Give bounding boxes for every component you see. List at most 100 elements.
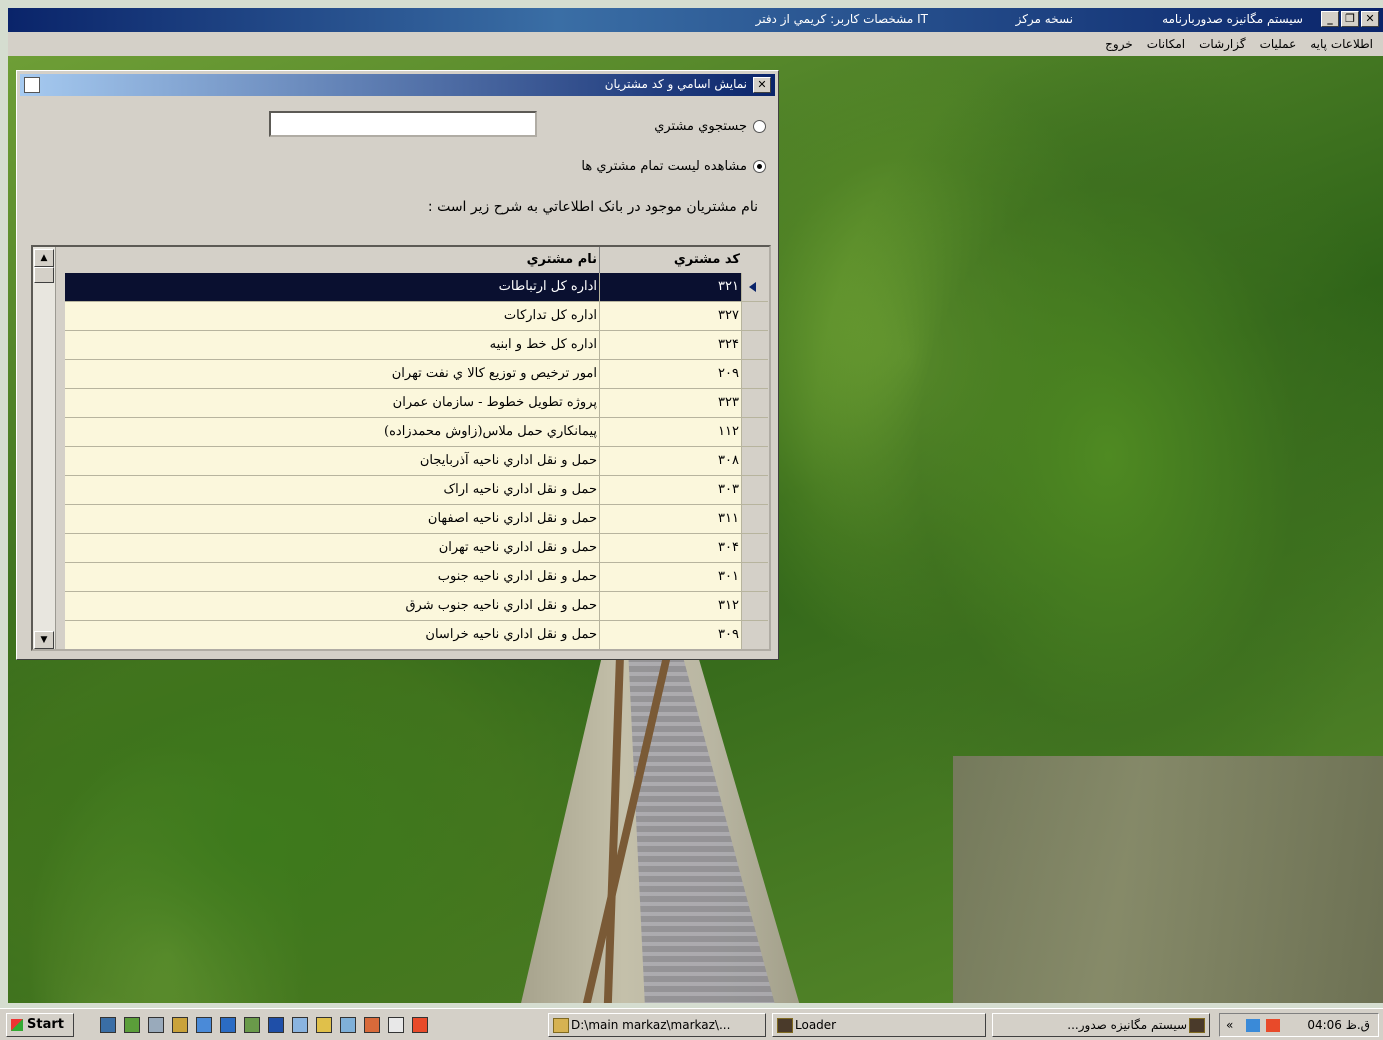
table-row[interactable]: حمل و نقل اداري ناحيه جنوب ۳۰۱ <box>65 563 768 592</box>
dialog-title: نمايش اسامي و کد مشتريان <box>604 77 747 91</box>
menu-reports[interactable]: گزارشات <box>1199 37 1245 51</box>
menu-operations[interactable]: عمليات <box>1260 37 1297 51</box>
row-selector[interactable] <box>742 534 768 562</box>
minimize-button[interactable]: _ <box>1321 11 1339 27</box>
user-info: مشخصات کاربر: کريمي از دفتر IT <box>755 12 928 26</box>
table-row[interactable]: حمل و نقل اداري ناحيه تهران ۳۰۴ <box>65 534 768 563</box>
radio-search-indicator[interactable] <box>753 120 766 133</box>
cell-code: ۳۰۳ <box>600 476 742 504</box>
cell-name: امور ترخيص و توزيع کالا ي نفت تهران <box>65 360 600 388</box>
cell-name: پيمانکاري حمل ملاس(زاوش محمدزاده) <box>65 418 600 446</box>
table-row[interactable]: حمل و نقل اداري ناحيه آذربايجان ۳۰۸ <box>65 447 768 476</box>
header-customer-name[interactable]: نام مشتري <box>65 247 600 273</box>
cell-name: حمل و نقل اداري ناحيه اصفهان <box>65 505 600 533</box>
task-app-window[interactable]: سيستم مگانيزه صدور... <box>992 1013 1210 1037</box>
cell-code: ۲۰۹ <box>600 360 742 388</box>
task-app-label: سيستم مگانيزه صدور... <box>1067 1018 1187 1032</box>
scroll-thumb[interactable] <box>34 267 54 283</box>
quicklaunch-app-icon[interactable] <box>244 1017 260 1033</box>
menu-facilities[interactable]: امکانات <box>1147 37 1185 51</box>
task-folder-window[interactable]: D:\main markaz\markaz\... <box>548 1013 766 1037</box>
customer-dialog: نمايش اسامي و کد مشتريان ✕ جستجوي مشتري … <box>16 70 779 660</box>
row-selector[interactable] <box>742 360 768 388</box>
quicklaunch-excel-icon[interactable] <box>124 1017 140 1033</box>
restore-button[interactable]: ❐ <box>1341 11 1359 27</box>
app-titlebar: _ ❐ ✕ سيستم مگانيزه صدوربارنامه نسخه مرک… <box>8 8 1383 32</box>
cell-code: ۳۰۱ <box>600 563 742 591</box>
app-title: سيستم مگانيزه صدوربارنامه <box>1162 12 1303 26</box>
quicklaunch-desktop-icon[interactable] <box>292 1017 308 1033</box>
table-row[interactable]: پروژه تطويل خطوط - سازمان عمران ۳۲۳ <box>65 389 768 418</box>
table-row[interactable]: حمل و نقل اداري ناحيه اصفهان ۳۱۱ <box>65 505 768 534</box>
close-button[interactable]: ✕ <box>1361 11 1379 27</box>
row-selector[interactable] <box>742 447 768 475</box>
row-selector[interactable] <box>742 418 768 446</box>
quicklaunch-messenger-icon[interactable] <box>196 1017 212 1033</box>
grid-rows: اداره کل ارتباطات ۳۲۱ اداره کل تدارکات ۳… <box>65 273 768 649</box>
tray-network-icon[interactable] <box>1246 1019 1260 1032</box>
cell-code: ۳۲۳ <box>600 389 742 417</box>
quicklaunch-ie-icon[interactable] <box>220 1017 236 1033</box>
table-row[interactable]: حمل و نقل اداري ناحيه اراک ۳۰۳ <box>65 476 768 505</box>
folder-icon <box>553 1018 569 1033</box>
quicklaunch-word-icon[interactable] <box>268 1017 284 1033</box>
grid-scrollbar[interactable]: ▲ ▼ <box>33 247 56 649</box>
customers-grid[interactable]: ▲ ▼ نام مشتري کد مشتري اداره کل ارتباطات… <box>31 245 771 651</box>
row-selector[interactable] <box>742 273 768 301</box>
tray-yahoo-icon[interactable] <box>1266 1019 1280 1032</box>
task-loader[interactable]: Loader <box>772 1013 986 1037</box>
app-window: _ ❐ ✕ سيستم مگانيزه صدوربارنامه نسخه مرک… <box>8 8 1383 1003</box>
row-selector[interactable] <box>742 476 768 504</box>
row-selector[interactable] <box>742 592 768 620</box>
quicklaunch-media-icon[interactable] <box>364 1017 380 1033</box>
radio-list-all[interactable]: مشاهده ليست تمام مشتري ها <box>581 159 766 174</box>
table-row[interactable]: اداره کل تدارکات ۳۲۷ <box>65 302 768 331</box>
start-button[interactable]: Start <box>6 1013 74 1037</box>
table-row[interactable]: اداره کل ارتباطات ۳۲۱ <box>65 273 768 302</box>
dialog-close-button[interactable]: ✕ <box>753 77 771 93</box>
radio-search-label: جستجوي مشتري <box>654 119 747 134</box>
cell-code: ۱۱۲ <box>600 418 742 446</box>
radio-search-customer[interactable]: جستجوي مشتري <box>654 119 766 134</box>
table-row[interactable]: امور ترخيص و توزيع کالا ي نفت تهران ۲۰۹ <box>65 360 768 389</box>
radio-list-indicator[interactable] <box>753 160 766 173</box>
quicklaunch-tool-icon[interactable] <box>172 1017 188 1033</box>
cell-name: حمل و نقل اداري ناحيه اراک <box>65 476 600 504</box>
quicklaunch-clock-icon[interactable] <box>388 1017 404 1033</box>
table-row[interactable]: حمل و نقل اداري ناحيه جنوب شرق ۳۱۲ <box>65 592 768 621</box>
cell-name: حمل و نقل اداري ناحيه خراسان <box>65 621 600 649</box>
cell-code: ۳۲۷ <box>600 302 742 330</box>
row-selector[interactable] <box>742 563 768 591</box>
task-folder-label: D:\main markaz\markaz\... <box>571 1018 731 1032</box>
search-input[interactable] <box>269 111 537 137</box>
scroll-down-arrow-icon[interactable]: ▼ <box>34 631 54 649</box>
row-selector[interactable] <box>742 331 768 359</box>
row-selector[interactable] <box>742 389 768 417</box>
radio-list-label: مشاهده ليست تمام مشتري ها <box>581 159 747 174</box>
description-text: نام مشتريان موجود در بانک اطلاعاتي به شر… <box>427 199 758 215</box>
scroll-up-arrow-icon[interactable]: ▲ <box>34 249 54 267</box>
cell-code: ۳۱۱ <box>600 505 742 533</box>
quicklaunch-folder-icon[interactable] <box>316 1017 332 1033</box>
row-selector[interactable] <box>742 621 768 649</box>
row-selector[interactable] <box>742 505 768 533</box>
cell-name: اداره کل تدارکات <box>65 302 600 330</box>
table-row[interactable]: اداره کل خط و ابنيه ۳۲۴ <box>65 331 768 360</box>
quicklaunch-yahoo-icon[interactable] <box>412 1017 428 1033</box>
clock: 04:06 ق.ظ <box>1307 1018 1370 1032</box>
table-row[interactable]: حمل و نقل اداري ناحيه خراسان ۳۰۹ <box>65 621 768 649</box>
menu-base-info[interactable]: اطلاعات پايه <box>1310 37 1373 51</box>
tray-expand-icon[interactable]: « <box>1226 1014 1233 1036</box>
quicklaunch-explorer-icon[interactable] <box>340 1017 356 1033</box>
dialog-titlebar: نمايش اسامي و کد مشتريان ✕ <box>20 74 775 96</box>
header-customer-code[interactable]: کد مشتري <box>600 247 742 273</box>
system-tray: « 04:06 ق.ظ <box>1219 1013 1379 1037</box>
background-cliff <box>953 756 1383 1003</box>
menu-exit[interactable]: خروج <box>1105 37 1133 51</box>
cell-code: ۳۰۸ <box>600 447 742 475</box>
row-selector[interactable] <box>742 302 768 330</box>
quicklaunch-notepad-icon[interactable] <box>148 1017 164 1033</box>
cell-code: ۳۰۴ <box>600 534 742 562</box>
quicklaunch-network-icon[interactable] <box>100 1017 116 1033</box>
table-row[interactable]: پيمانکاري حمل ملاس(زاوش محمدزاده) ۱۱۲ <box>65 418 768 447</box>
